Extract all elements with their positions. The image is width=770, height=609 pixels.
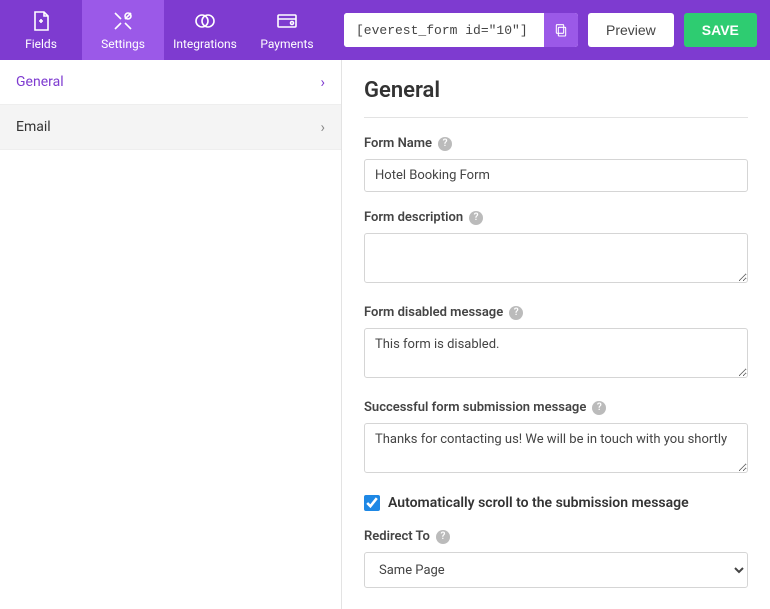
shortcode-display — [344, 13, 578, 47]
help-icon[interactable]: ? — [469, 211, 483, 225]
field-label-text: Form description — [364, 210, 463, 225]
tools-icon — [111, 9, 135, 33]
settings-panel: General Form Name ? Form description ? F… — [342, 60, 770, 609]
auto-scroll-checkbox[interactable] — [364, 495, 380, 511]
field-label-text: Form disabled message — [364, 305, 503, 320]
tab-fields[interactable]: Fields — [0, 0, 82, 60]
field-form-name: Form Name ? — [364, 136, 748, 192]
chevron-right-icon: › — [320, 118, 325, 136]
checkbox-label: Automatically scroll to the submission m… — [388, 495, 689, 511]
help-icon[interactable]: ? — [436, 530, 450, 544]
help-icon[interactable]: ? — [509, 306, 523, 320]
toolbar-tabs: Fields Settings Integrations Payments — [0, 0, 328, 60]
integrations-icon — [193, 9, 217, 33]
shortcode-input[interactable] — [344, 13, 544, 47]
help-icon[interactable]: ? — [438, 137, 452, 151]
redirect-to-select[interactable]: Same Page — [364, 552, 748, 588]
tab-label: Payments — [260, 37, 313, 51]
help-icon[interactable]: ? — [592, 401, 606, 415]
settings-sidebar: General › Email › — [0, 60, 342, 609]
sidebar-item-email[interactable]: Email › — [0, 105, 341, 150]
field-disabled-message: Form disabled message ? This form is dis… — [364, 305, 748, 382]
tab-label: Fields — [25, 37, 57, 51]
field-label-text: Successful form submission message — [364, 400, 586, 415]
copy-shortcode-button[interactable] — [544, 13, 578, 47]
form-description-input[interactable] — [364, 233, 748, 283]
top-toolbar: Fields Settings Integrations Payments — [0, 0, 770, 60]
field-label-text: Redirect To — [364, 529, 430, 544]
chevron-right-icon: › — [320, 73, 325, 91]
tab-settings[interactable]: Settings — [82, 0, 164, 60]
tab-label: Settings — [101, 37, 145, 51]
divider — [364, 117, 748, 118]
field-auto-scroll: Automatically scroll to the submission m… — [364, 495, 748, 511]
body-layout: General › Email › General Form Name ? Fo… — [0, 60, 770, 609]
payments-icon — [275, 9, 299, 33]
tab-payments[interactable]: Payments — [246, 0, 328, 60]
tab-integrations[interactable]: Integrations — [164, 0, 246, 60]
sidebar-item-label: Email — [16, 119, 51, 135]
sidebar-item-label: General — [16, 74, 64, 90]
field-success-message: Successful form submission message ? Tha… — [364, 400, 748, 477]
form-name-input[interactable] — [364, 159, 748, 192]
field-form-description: Form description ? — [364, 210, 748, 287]
field-redirect-to: Redirect To ? Same Page — [364, 529, 748, 588]
field-label-text: Form Name — [364, 136, 432, 151]
sidebar-item-general[interactable]: General › — [0, 60, 341, 105]
panel-title: General — [364, 78, 748, 103]
save-button[interactable]: SAVE — [684, 13, 757, 47]
success-message-input[interactable]: Thanks for contacting us! We will be in … — [364, 423, 748, 473]
file-icon — [29, 9, 53, 33]
toolbar-actions: Preview SAVE — [328, 0, 770, 60]
disabled-message-input[interactable]: This form is disabled. — [364, 328, 748, 378]
preview-button[interactable]: Preview — [588, 13, 674, 47]
tab-label: Integrations — [173, 37, 237, 51]
